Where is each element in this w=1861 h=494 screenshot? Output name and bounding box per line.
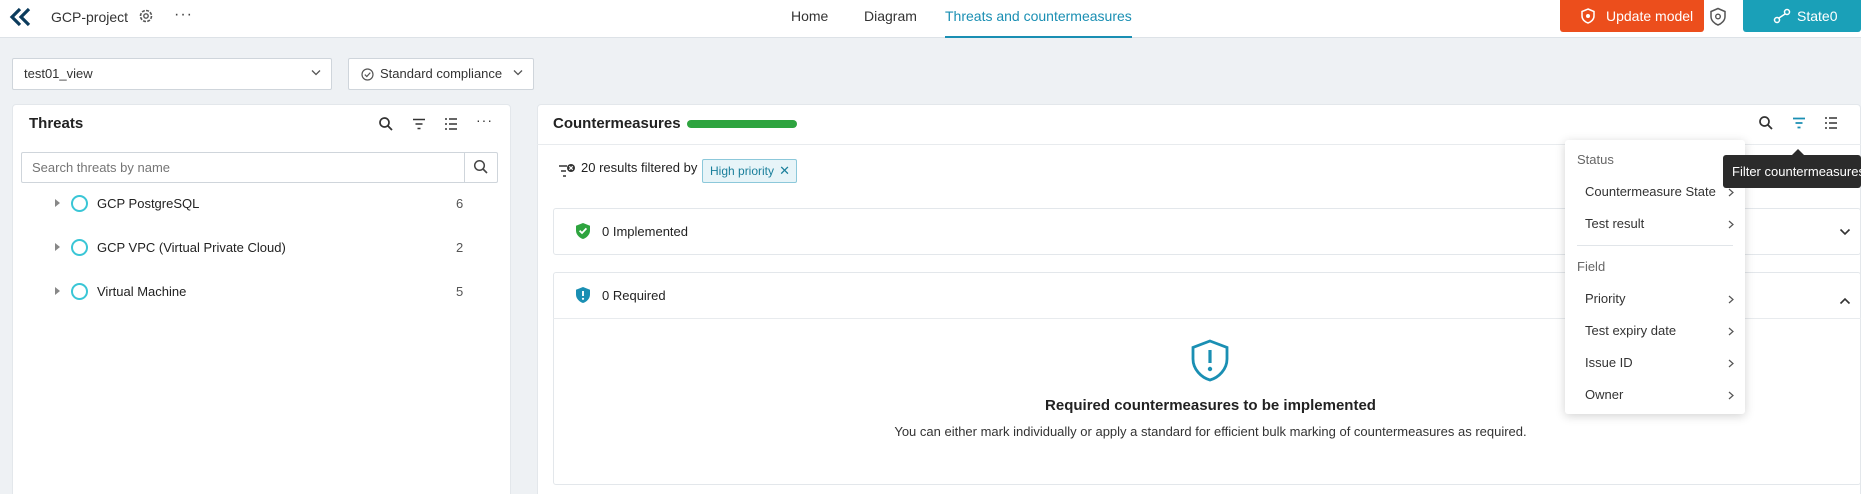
chevron-down-icon[interactable]	[1839, 228, 1851, 236]
chevron-right-icon	[1728, 188, 1734, 197]
menu-item-test-expiry-date[interactable]: Test expiry date	[1565, 317, 1745, 345]
filter-chip[interactable]: High priority ✕	[702, 159, 798, 183]
menu-item-label: Test result	[1585, 216, 1645, 231]
list-view-icon[interactable]	[443, 116, 459, 132]
menu-item-label: Issue ID	[1585, 355, 1633, 370]
more-options-icon[interactable]: ···	[476, 112, 493, 128]
close-icon[interactable]: ✕	[779, 160, 790, 182]
status-circle-icon	[71, 283, 88, 300]
menu-item-label: Test expiry date	[1585, 323, 1677, 338]
project-name[interactable]: GCP-project	[51, 9, 128, 25]
shield-alert-icon	[1191, 339, 1229, 382]
menu-group-status: Status	[1577, 152, 1614, 167]
menu-divider	[1577, 245, 1733, 246]
threat-item-name: Virtual Machine	[97, 284, 187, 299]
menu-item-owner[interactable]: Owner	[1565, 381, 1745, 409]
more-options-icon[interactable]: ···	[174, 6, 193, 24]
menu-item-label: Owner	[1585, 387, 1624, 402]
status-circle-icon	[71, 195, 88, 212]
update-model-button[interactable]: Update model	[1560, 0, 1704, 32]
threat-tree-item[interactable]: GCP VPC (Virtual Private Cloud) 2	[21, 233, 491, 263]
threat-item-count: 5	[456, 284, 464, 299]
shield-alert-icon	[576, 287, 590, 303]
chevron-up-icon[interactable]	[1839, 297, 1851, 305]
shield-check-icon[interactable]	[1709, 7, 1727, 27]
menu-item-label: Priority	[1585, 291, 1626, 306]
menu-item-label: Countermeasure State	[1585, 184, 1716, 199]
progress-bar	[687, 120, 797, 128]
threat-item-name: GCP VPC (Virtual Private Cloud)	[97, 240, 286, 255]
expand-caret-icon[interactable]	[55, 243, 60, 251]
chevron-down-icon	[513, 70, 523, 76]
threats-title: Threats	[29, 115, 84, 132]
filter-menu: Status Countermeasure State Test result …	[1565, 140, 1745, 414]
compliance-select-value: Standard compliance	[380, 66, 503, 81]
back-double-chevron-icon[interactable]	[8, 6, 34, 28]
check-circle-icon	[361, 68, 374, 81]
menu-item-test-result[interactable]: Test result	[1565, 210, 1745, 238]
search-icon[interactable]	[378, 116, 394, 132]
empty-state-description: You can either mark individually or appl…	[894, 424, 1527, 439]
menu-group-field: Field	[1577, 259, 1606, 274]
view-select[interactable]: test01_view	[12, 58, 332, 90]
shield-icon	[1581, 8, 1595, 24]
threat-tree-item[interactable]: Virtual Machine 5	[21, 277, 491, 307]
menu-item-countermeasure-state[interactable]: Countermeasure State	[1565, 178, 1745, 206]
results-count: 20 results filtered by	[581, 160, 698, 175]
branch-icon	[1773, 8, 1791, 24]
threat-item-count: 6	[456, 196, 464, 211]
threat-tree-item[interactable]: GCP PostgreSQL 6	[21, 189, 491, 219]
compliance-select[interactable]: Standard compliance	[348, 58, 534, 90]
menu-item-issue-id[interactable]: Issue ID	[1565, 349, 1745, 377]
threat-item-name: GCP PostgreSQL	[97, 196, 200, 211]
filter-icon[interactable]	[1791, 115, 1807, 131]
top-bar: GCP-project ··· Home Diagram Threats and…	[0, 0, 1861, 38]
menu-item-priority[interactable]: Priority	[1565, 285, 1745, 313]
threat-item-count: 2	[456, 240, 464, 255]
search-icon	[473, 159, 488, 174]
nav-threats-countermeasures[interactable]: Threats and countermeasures	[945, 0, 1132, 38]
implemented-label: 0 Implemented	[602, 224, 688, 239]
chevron-down-icon	[311, 70, 321, 76]
chevron-right-icon	[1728, 295, 1734, 304]
gear-icon[interactable]	[137, 7, 155, 25]
chevron-right-icon	[1728, 327, 1734, 336]
required-label: 0 Required	[602, 288, 666, 303]
expand-caret-icon[interactable]	[55, 199, 60, 207]
filter-clear-icon[interactable]	[558, 162, 576, 180]
expand-caret-icon[interactable]	[55, 287, 60, 295]
shield-check-icon	[576, 223, 590, 239]
chevron-right-icon	[1728, 391, 1734, 400]
filter-icon[interactable]	[411, 116, 427, 132]
state-button[interactable]: State0	[1743, 0, 1861, 32]
nav-home[interactable]: Home	[791, 0, 828, 38]
search-icon[interactable]	[1758, 115, 1774, 131]
filter-chip-label: High priority	[710, 164, 775, 178]
threat-search	[21, 152, 498, 183]
countermeasures-title: Countermeasures	[553, 115, 681, 132]
state-label: State0	[1797, 8, 1838, 24]
threat-search-input[interactable]	[22, 153, 465, 182]
chevron-right-icon	[1728, 359, 1734, 368]
chevron-right-icon	[1728, 220, 1734, 229]
update-model-label: Update model	[1606, 8, 1694, 24]
nav-diagram[interactable]: Diagram	[864, 0, 917, 38]
list-view-icon[interactable]	[1823, 115, 1839, 131]
status-circle-icon	[71, 239, 88, 256]
view-select-value: test01_view	[24, 66, 93, 81]
threat-search-button[interactable]	[464, 153, 497, 182]
filter-tooltip: Filter countermeasures	[1723, 155, 1861, 188]
